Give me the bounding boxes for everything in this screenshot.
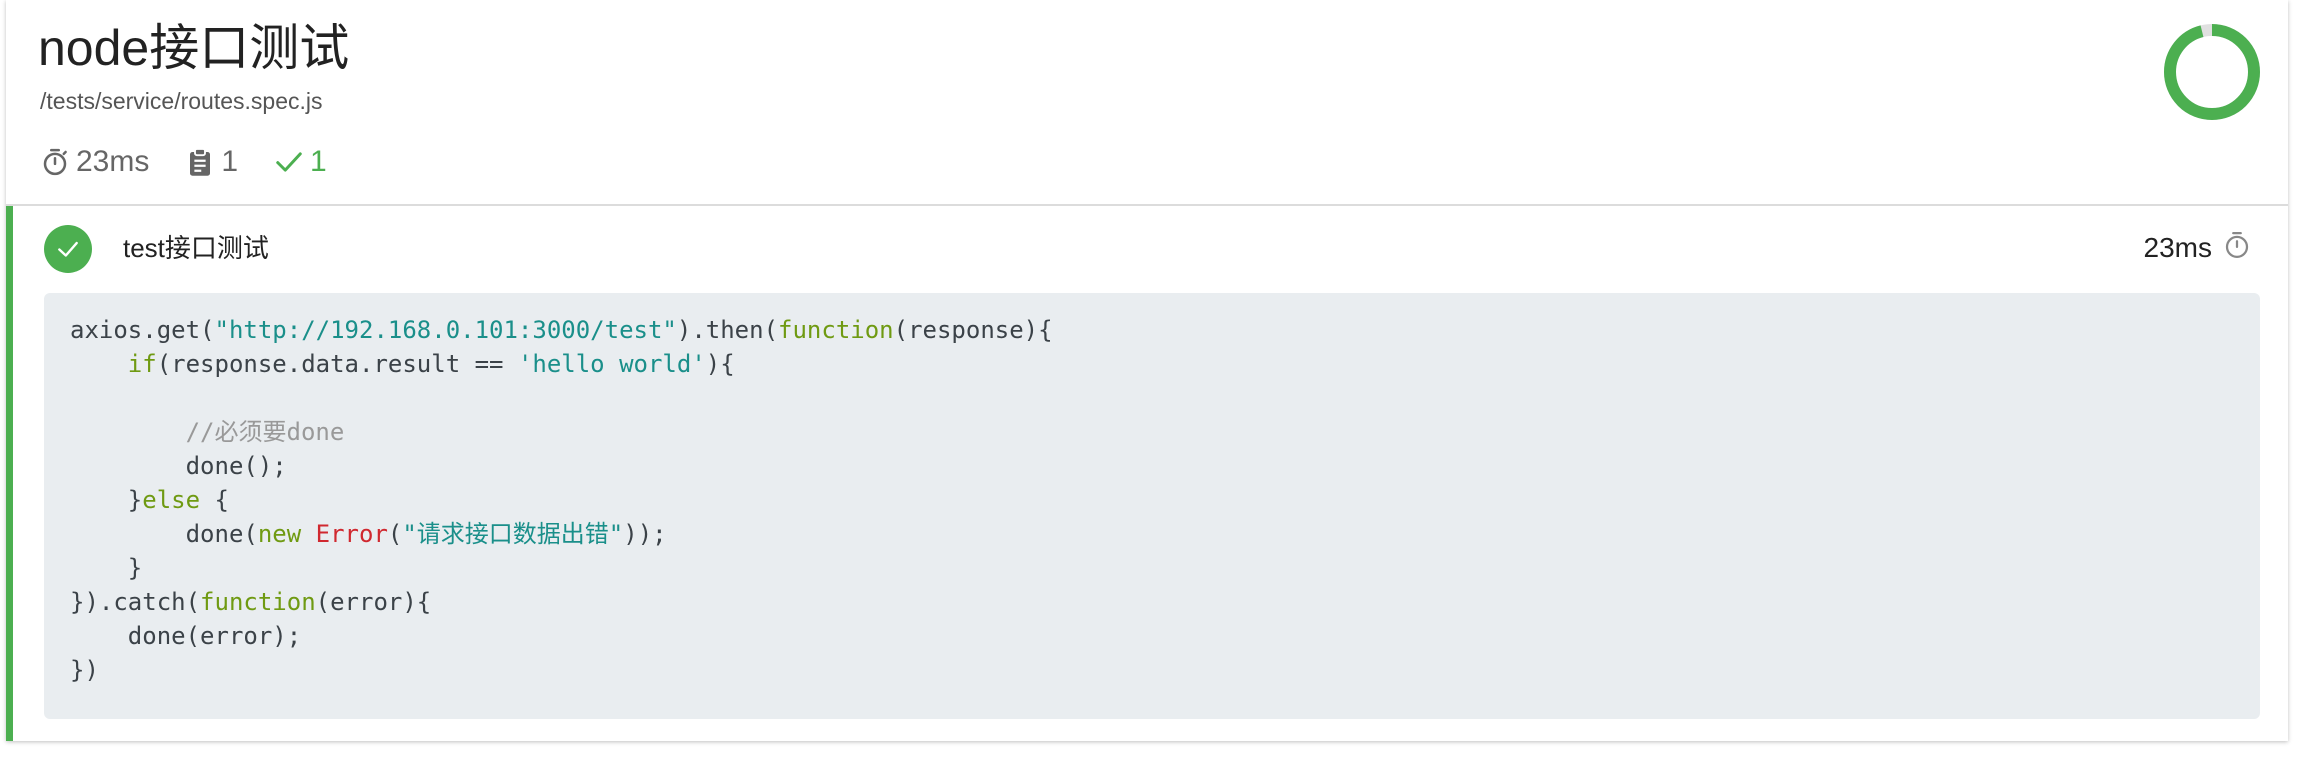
code-token: done(error); bbox=[70, 622, 302, 650]
code-token: }).catch( bbox=[70, 588, 201, 616]
stat-passes: 1 bbox=[274, 140, 327, 184]
suite-file-path: /tests/service/routes.spec.js bbox=[40, 88, 323, 114]
stat-passes-value: 1 bbox=[310, 145, 327, 178]
code-token: done( bbox=[70, 520, 258, 548]
stat-duration-value: 23ms bbox=[76, 145, 150, 178]
code-line: //必须要done bbox=[70, 415, 2234, 449]
code-token: new bbox=[257, 520, 302, 548]
code-token: else bbox=[142, 486, 201, 514]
test-code-block: axios.get("http://192.168.0.101:3000/tes… bbox=[44, 293, 2260, 719]
code-token: } bbox=[70, 486, 143, 514]
code-token: } bbox=[70, 554, 143, 582]
suite-header: node接口测试 /tests/service/routes.spec.js 2… bbox=[6, 0, 2288, 206]
suite-title: node接口测试 bbox=[38, 20, 350, 76]
code-token: "请求接口数据出错" bbox=[402, 520, 624, 548]
code-token: function bbox=[200, 588, 316, 616]
code-line: done(); bbox=[70, 449, 2234, 483]
code-token: )); bbox=[623, 520, 667, 548]
check-circle-icon bbox=[44, 225, 92, 273]
test-item[interactable]: test接口测试 23ms axios.get("http://192.168.… bbox=[6, 206, 2288, 741]
test-title[interactable]: test接口测试 bbox=[123, 230, 269, 266]
clipboard-icon bbox=[185, 147, 215, 177]
code-line: axios.get("http://192.168.0.101:3000/tes… bbox=[70, 313, 2234, 347]
code-token: }) bbox=[70, 656, 99, 684]
code-token: ).then( bbox=[676, 316, 779, 344]
code-line: }else { bbox=[70, 483, 2234, 517]
stat-duration: 23ms bbox=[40, 140, 149, 184]
code-token: axios.get( bbox=[70, 316, 215, 344]
suite-card: node接口测试 /tests/service/routes.spec.js 2… bbox=[6, 0, 2288, 741]
suite-stats: 23ms 1 1 bbox=[40, 140, 363, 184]
stat-tests-value: 1 bbox=[221, 145, 239, 178]
code-token: function bbox=[778, 316, 894, 344]
check-icon bbox=[274, 147, 304, 177]
code-line: } bbox=[70, 551, 2234, 585]
code-line: done(error); bbox=[70, 619, 2234, 653]
code-token: 'hello world' bbox=[517, 350, 706, 378]
code-token: //必须要done bbox=[185, 418, 345, 446]
code-token: ( bbox=[387, 520, 403, 548]
code-token: "http://192.168.0.101:3000/test" bbox=[214, 316, 677, 344]
code-token: (response){ bbox=[893, 316, 1053, 344]
test-duration: 23ms bbox=[2144, 228, 2252, 268]
code-token: (error){ bbox=[315, 588, 432, 616]
code-token: { bbox=[200, 486, 229, 514]
code-token: done(); bbox=[70, 452, 287, 480]
code-line: if(response.data.result == 'hello world'… bbox=[70, 347, 2234, 381]
code-token: if bbox=[127, 350, 157, 378]
code-token: ){ bbox=[705, 350, 735, 378]
test-duration-value: 23ms bbox=[2143, 232, 2212, 263]
code-token: (response.data.result == bbox=[156, 350, 518, 378]
code-line: }) bbox=[70, 653, 2234, 687]
code-token: Error bbox=[315, 520, 388, 548]
stopwatch-icon bbox=[40, 147, 70, 177]
pass-rate-ring bbox=[2162, 22, 2262, 122]
code-line: done(new Error("请求接口数据出错")); bbox=[70, 517, 2234, 551]
stopwatch-icon bbox=[2222, 230, 2252, 267]
stat-tests: 1 bbox=[185, 140, 238, 184]
code-line: }).catch(function(error){ bbox=[70, 585, 2234, 619]
